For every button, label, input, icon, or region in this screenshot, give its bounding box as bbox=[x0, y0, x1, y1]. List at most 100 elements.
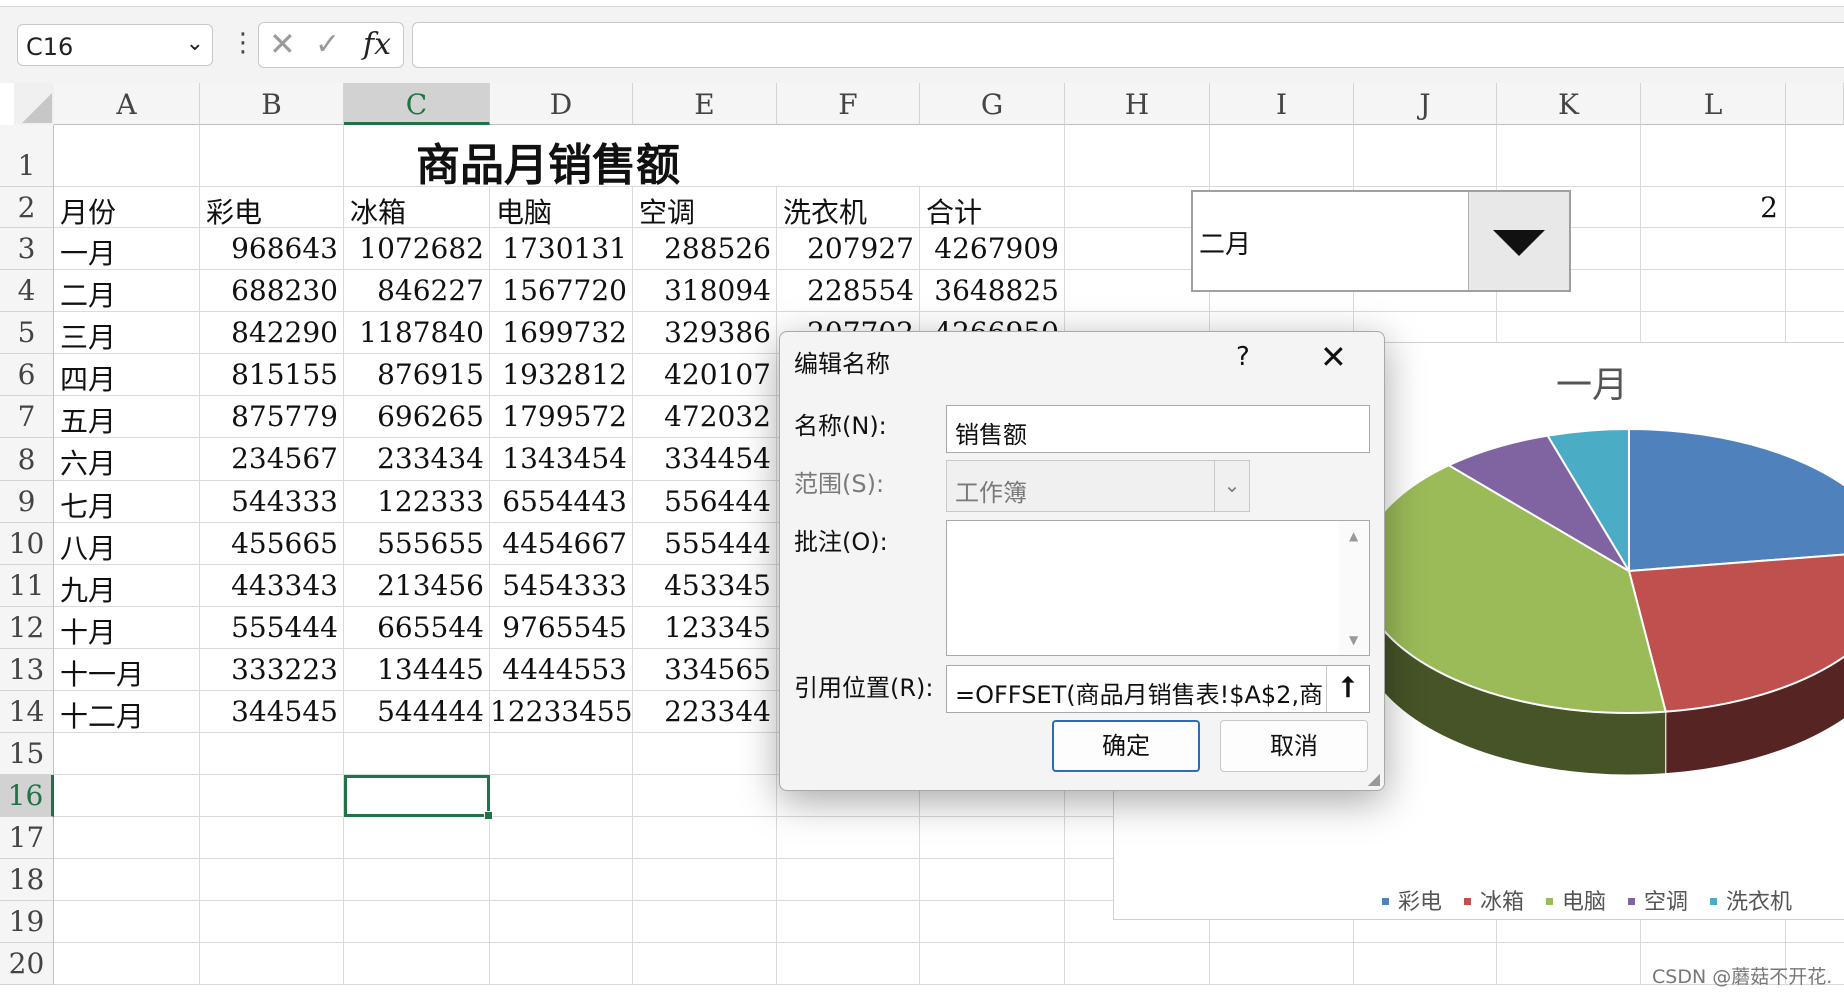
value-cell[interactable]: 207927 bbox=[777, 232, 914, 265]
select-all-corner[interactable] bbox=[14, 83, 54, 125]
value-cell[interactable]: 472032 bbox=[633, 400, 771, 433]
value-cell[interactable]: 1799572 bbox=[490, 400, 627, 433]
cell-l2[interactable]: 2 bbox=[1641, 191, 1778, 224]
row-header-1[interactable]: 1 bbox=[0, 125, 54, 187]
value-cell[interactable]: 334454 bbox=[633, 442, 771, 475]
pie-slice-彩电[interactable] bbox=[1628, 427, 1844, 573]
row-header-7[interactable]: 7 bbox=[0, 396, 54, 438]
value-cell[interactable]: 4444553 bbox=[490, 653, 627, 686]
value-cell[interactable]: 555444 bbox=[633, 527, 771, 560]
month-cell[interactable]: 九月 bbox=[60, 569, 116, 609]
value-cell[interactable]: 3648825 bbox=[920, 274, 1059, 307]
cancel-icon[interactable]: ✕ bbox=[269, 25, 296, 63]
column-header-l[interactable]: L bbox=[1641, 83, 1786, 125]
month-cell[interactable]: 二月 bbox=[60, 274, 116, 314]
value-cell[interactable]: 213456 bbox=[344, 569, 484, 602]
fill-handle[interactable] bbox=[484, 811, 493, 820]
row-header-12[interactable]: 12 bbox=[0, 607, 54, 649]
collapse-dialog-icon[interactable]: ⭡ bbox=[1326, 666, 1369, 712]
month-cell[interactable]: 四月 bbox=[60, 358, 116, 398]
value-cell[interactable]: 12233455 bbox=[490, 695, 633, 728]
comment-scrollbar[interactable]: ▲ ▼ bbox=[1339, 521, 1369, 655]
formula-input[interactable] bbox=[412, 22, 1844, 68]
value-cell[interactable]: 1567720 bbox=[490, 274, 627, 307]
row-header-16[interactable]: 16 bbox=[0, 775, 54, 817]
chevron-down-icon[interactable]: ⌄ bbox=[186, 31, 204, 56]
close-icon[interactable]: ✕ bbox=[1320, 338, 1347, 376]
value-cell[interactable]: 5454333 bbox=[490, 569, 627, 602]
insert-function-icon[interactable]: fx bbox=[363, 27, 391, 62]
value-cell[interactable]: 344545 bbox=[200, 695, 338, 728]
ref-input[interactable]: =OFFSET(商品月销售表!$A$2,商品 ⭡ bbox=[946, 665, 1370, 713]
header-cell[interactable]: 空调 bbox=[639, 191, 695, 231]
scroll-down-icon[interactable]: ▼ bbox=[1349, 633, 1358, 647]
month-cell[interactable]: 十月 bbox=[60, 611, 116, 651]
value-cell[interactable]: 288526 bbox=[633, 232, 771, 265]
comment-textarea[interactable]: ▲ ▼ bbox=[946, 520, 1370, 656]
value-cell[interactable]: 544333 bbox=[200, 485, 338, 518]
row-header-19[interactable]: 19 bbox=[0, 901, 54, 943]
resize-grip-icon[interactable]: ◢ bbox=[1368, 769, 1380, 788]
header-cell[interactable]: 月份 bbox=[60, 191, 116, 231]
value-cell[interactable]: 696265 bbox=[344, 400, 484, 433]
column-header-g[interactable]: G bbox=[920, 83, 1065, 125]
value-cell[interactable]: 420107 bbox=[633, 358, 771, 391]
header-cell[interactable]: 冰箱 bbox=[350, 191, 406, 231]
column-header-i[interactable]: I bbox=[1210, 83, 1354, 125]
value-cell[interactable]: 815155 bbox=[200, 358, 338, 391]
value-cell[interactable]: 4454667 bbox=[490, 527, 627, 560]
value-cell[interactable]: 1699732 bbox=[490, 316, 627, 349]
month-cell[interactable]: 八月 bbox=[60, 527, 116, 567]
value-cell[interactable]: 846227 bbox=[344, 274, 484, 307]
value-cell[interactable]: 556444 bbox=[633, 485, 771, 518]
name-box[interactable]: C16 ⌄ bbox=[17, 24, 213, 66]
value-cell[interactable]: 223344 bbox=[633, 695, 771, 728]
value-cell[interactable]: 233434 bbox=[344, 442, 484, 475]
value-cell[interactable]: 134445 bbox=[344, 653, 484, 686]
row-header-10[interactable]: 10 bbox=[0, 523, 54, 565]
column-header-a[interactable]: A bbox=[54, 83, 200, 125]
combobox-dropdown-button[interactable] bbox=[1468, 192, 1569, 290]
value-cell[interactable]: 329386 bbox=[633, 316, 771, 349]
name-input[interactable]: 销售额 bbox=[946, 405, 1370, 453]
value-cell[interactable]: 6554443 bbox=[490, 485, 627, 518]
value-cell[interactable]: 1187840 bbox=[344, 316, 484, 349]
help-icon[interactable]: ? bbox=[1236, 342, 1250, 372]
value-cell[interactable]: 334565 bbox=[633, 653, 771, 686]
header-cell[interactable]: 彩电 bbox=[206, 191, 262, 231]
value-cell[interactable]: 453345 bbox=[633, 569, 771, 602]
value-cell[interactable]: 1072682 bbox=[344, 232, 484, 265]
ok-button[interactable]: 确定 bbox=[1052, 720, 1200, 772]
value-cell[interactable]: 122333 bbox=[344, 485, 484, 518]
value-cell[interactable]: 4267909 bbox=[920, 232, 1059, 265]
value-cell[interactable]: 9765545 bbox=[490, 611, 627, 644]
row-header-20[interactable]: 20 bbox=[0, 943, 54, 985]
row-header-17[interactable]: 17 bbox=[0, 817, 54, 859]
column-header-f[interactable]: F bbox=[777, 83, 920, 125]
value-cell[interactable]: 555444 bbox=[200, 611, 338, 644]
value-cell[interactable]: 688230 bbox=[200, 274, 338, 307]
month-cell[interactable]: 十二月 bbox=[60, 695, 144, 735]
value-cell[interactable]: 665544 bbox=[344, 611, 484, 644]
column-header-j[interactable]: J bbox=[1354, 83, 1497, 125]
cancel-button[interactable]: 取消 bbox=[1220, 720, 1368, 772]
month-cell[interactable]: 十一月 bbox=[60, 653, 144, 693]
row-header-9[interactable]: 9 bbox=[0, 481, 54, 523]
row-header-14[interactable]: 14 bbox=[0, 691, 54, 733]
column-header-partial[interactable] bbox=[1786, 83, 1844, 125]
row-header-5[interactable]: 5 bbox=[0, 312, 54, 354]
column-header-k[interactable]: K bbox=[1497, 83, 1641, 125]
row-header-8[interactable]: 8 bbox=[0, 438, 54, 481]
row-header-4[interactable]: 4 bbox=[0, 270, 54, 312]
value-cell[interactable]: 443343 bbox=[200, 569, 338, 602]
value-cell[interactable]: 544444 bbox=[344, 695, 484, 728]
row-header-6[interactable]: 6 bbox=[0, 354, 54, 396]
value-cell[interactable]: 455665 bbox=[200, 527, 338, 560]
check-icon[interactable]: ✓ bbox=[315, 27, 340, 62]
row-header-2[interactable]: 2 bbox=[0, 187, 54, 228]
row-header-18[interactable]: 18 bbox=[0, 859, 54, 901]
month-cell[interactable]: 一月 bbox=[60, 232, 116, 272]
header-cell[interactable]: 电脑 bbox=[496, 191, 552, 231]
value-cell[interactable]: 234567 bbox=[200, 442, 338, 475]
row-header-11[interactable]: 11 bbox=[0, 565, 54, 607]
